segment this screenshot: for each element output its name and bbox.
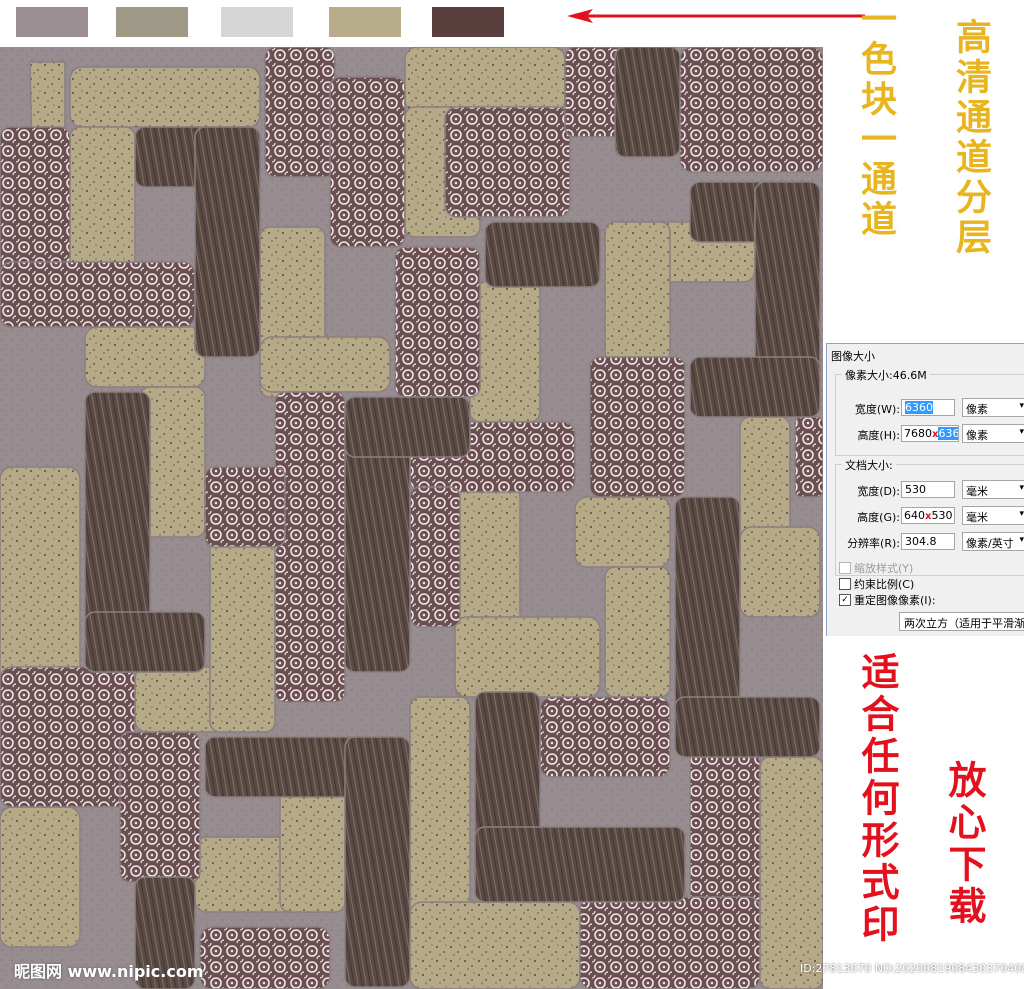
doc-height-value-old: 640	[904, 509, 925, 522]
dialog-title: 图像大小	[831, 350, 875, 363]
watermark-id: ID:27813070 NO:20200819084303704081	[800, 962, 1024, 975]
doc-width-unit-select[interactable]: 毫米 ▾	[962, 480, 1024, 499]
swatch-dark-brown	[432, 7, 504, 37]
height-unit-select[interactable]: 像素 ▾	[962, 424, 1024, 443]
checkbox-box	[839, 578, 851, 590]
scale-styles-checkbox[interactable]: 缩放样式(Y)	[839, 560, 913, 576]
image-size-dialog: 图像大小 像素大小:46.6M 宽度(W): 6360 像素 ▾ 高度(H): …	[826, 343, 1024, 636]
chevron-down-icon: ▾	[1019, 401, 1024, 411]
chevron-down-icon: ▾	[1019, 535, 1024, 545]
height-value-new: 6360	[938, 427, 958, 440]
width-label: 宽度(W):	[854, 403, 900, 416]
print-note: 适合任何形式印	[855, 652, 900, 946]
resolution-label: 分辨率(R):	[847, 537, 900, 550]
checkbox-box	[839, 562, 851, 574]
doc-height-unit-select[interactable]: 毫米 ▾	[962, 506, 1024, 525]
doc-width-input[interactable]: 530	[901, 481, 955, 498]
width-input[interactable]: 6360	[901, 399, 955, 416]
left-arrow-icon	[567, 9, 865, 23]
resolution-input[interactable]: 304.8	[901, 533, 955, 550]
resample-checkbox[interactable]: ✓ 重定图像像素(I):	[839, 592, 936, 608]
height-input[interactable]: 7680x6360	[901, 425, 959, 442]
resolution-unit: 像素/英寸	[966, 537, 1014, 550]
resample-method: 两次立方（适用于平滑渐变	[904, 617, 1024, 630]
swatch-olive-gray	[116, 7, 188, 37]
width-unit: 像素	[966, 403, 988, 416]
checkmark-icon: ✓	[839, 594, 851, 606]
height-value-old: 7680	[904, 427, 932, 440]
hd-note: 高清通道分层	[950, 18, 992, 258]
swatch-gray-mauve	[16, 7, 88, 37]
chevron-down-icon: ▾	[1019, 483, 1024, 493]
doc-size-label: 文档大小:	[842, 457, 896, 473]
doc-height-unit: 毫米	[966, 511, 988, 524]
constrain-proportions-checkbox[interactable]: 约束比例(C)	[839, 576, 914, 592]
scale-styles-label: 缩放样式(Y)	[854, 562, 914, 575]
resample-label: 重定图像像素(I):	[854, 594, 936, 607]
swatch-light-gray	[221, 7, 293, 37]
doc-height-input[interactable]: 640x530	[901, 507, 955, 524]
pixel-size-label: 像素大小:46.6M	[842, 367, 930, 383]
width-value: 6360	[905, 401, 933, 414]
resolution-unit-select[interactable]: 像素/英寸 ▾	[962, 532, 1024, 551]
pattern-preview	[0, 47, 823, 989]
doc-height-label: 高度(G):	[857, 511, 900, 524]
height-unit: 像素	[966, 429, 988, 442]
width-unit-select[interactable]: 像素 ▾	[962, 398, 1024, 417]
constrain-label: 约束比例(C)	[854, 578, 915, 591]
pixel-size-group: 像素大小:46.6M 宽度(W): 6360 像素 ▾ 高度(H): 7680x…	[835, 367, 1024, 456]
chevron-down-icon: ▾	[1019, 427, 1024, 437]
resample-method-select[interactable]: 两次立方（适用于平滑渐变	[899, 612, 1024, 631]
download-note: 放心下载	[942, 760, 987, 928]
channel-note: 一色块一通道	[855, 0, 897, 240]
resolution-value: 304.8	[905, 535, 937, 548]
height-label: 高度(H):	[857, 429, 900, 442]
doc-height-value-new: 530	[931, 509, 953, 522]
doc-width-unit: 毫米	[966, 485, 988, 498]
doc-width-value: 530	[905, 483, 926, 496]
swatch-tan	[329, 7, 401, 37]
doc-width-label: 宽度(D):	[857, 485, 900, 498]
watermark-logo: 昵图网 www.nipic.com	[14, 962, 204, 981]
chevron-down-icon: ▾	[1019, 509, 1024, 519]
